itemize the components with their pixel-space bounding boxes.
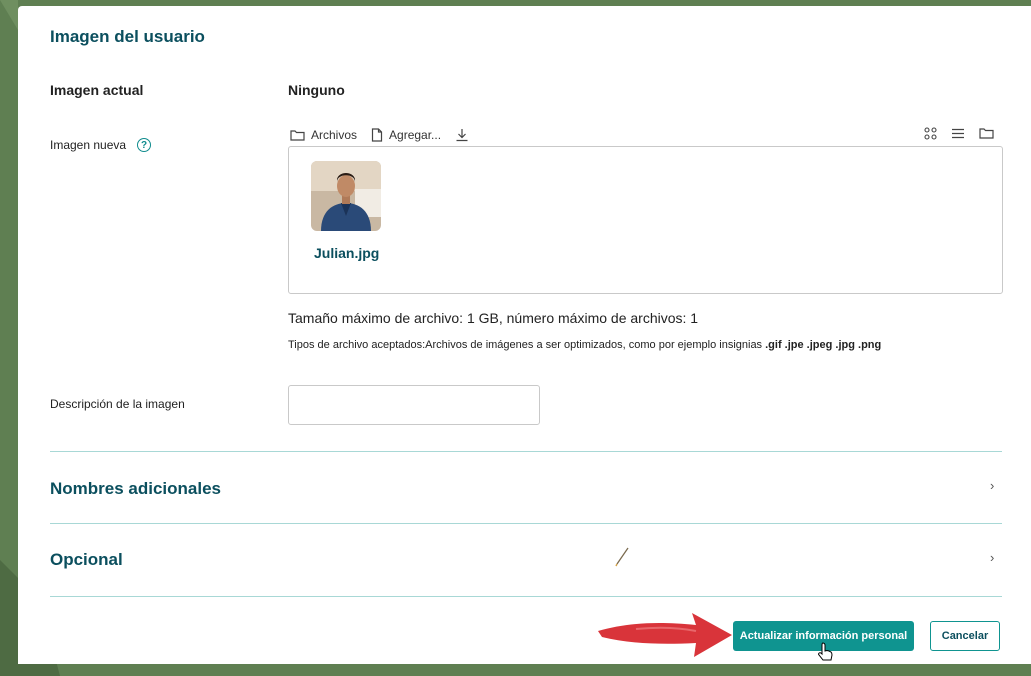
annotation-arrow-icon bbox=[598, 613, 732, 657]
divider bbox=[50, 523, 1002, 524]
section-title: Imagen del usuario bbox=[50, 27, 205, 46]
file-picker-toolbar: Archivos Agregar... bbox=[290, 127, 477, 143]
help-icon[interactable]: ? bbox=[137, 138, 151, 152]
download-button[interactable] bbox=[455, 128, 469, 142]
add-file-label: Agregar... bbox=[389, 128, 442, 142]
file-name[interactable]: Julian.jpg bbox=[314, 245, 379, 261]
file-drop-area[interactable]: Julian.jpg bbox=[288, 146, 1003, 294]
view-toggle-group bbox=[924, 127, 994, 140]
accepted-types-info: Tipos de archivo aceptados:Archivos de i… bbox=[288, 339, 881, 351]
divider bbox=[50, 451, 1002, 452]
folder-icon bbox=[290, 130, 305, 141]
add-file-button[interactable]: Agregar... bbox=[371, 128, 441, 142]
current-image-label: Imagen actual bbox=[50, 82, 144, 98]
grid-view-icon[interactable] bbox=[924, 127, 937, 140]
list-view-icon[interactable] bbox=[951, 127, 965, 140]
download-icon bbox=[456, 129, 468, 142]
cancel-button[interactable]: Cancelar bbox=[930, 621, 1000, 651]
accordion-additional-names[interactable]: Nombres adicionales bbox=[50, 479, 221, 499]
user-photo-image bbox=[311, 161, 381, 231]
accordion-optional[interactable]: Opcional bbox=[50, 550, 123, 570]
max-size-info: Tamaño máximo de archivo: 1 GB, número m… bbox=[288, 310, 699, 326]
file-thumbnail[interactable] bbox=[311, 161, 381, 231]
image-description-label: Descripción de la imagen bbox=[50, 397, 185, 411]
new-image-label: Imagen nueva bbox=[50, 138, 127, 152]
stray-mark bbox=[615, 547, 629, 567]
accepted-types-prefix: Tipos de archivo aceptados:Archivos de i… bbox=[288, 339, 763, 351]
divider bbox=[50, 596, 1002, 597]
hand-pointer-icon bbox=[818, 642, 833, 661]
accepted-types-list: .gif .jpe .jpeg .jpg .png bbox=[765, 339, 882, 351]
image-description-input[interactable] bbox=[288, 385, 540, 425]
files-button[interactable]: Archivos bbox=[290, 128, 357, 142]
chevron-right-icon[interactable]: › bbox=[990, 550, 994, 565]
files-button-label: Archivos bbox=[311, 128, 358, 142]
form-panel: Imagen del usuario Imagen actual Ninguno… bbox=[18, 6, 1031, 664]
tree-view-icon[interactable] bbox=[979, 127, 994, 139]
file-icon bbox=[371, 128, 383, 142]
chevron-right-icon[interactable]: › bbox=[990, 478, 994, 493]
current-image-value: Ninguno bbox=[288, 82, 345, 98]
